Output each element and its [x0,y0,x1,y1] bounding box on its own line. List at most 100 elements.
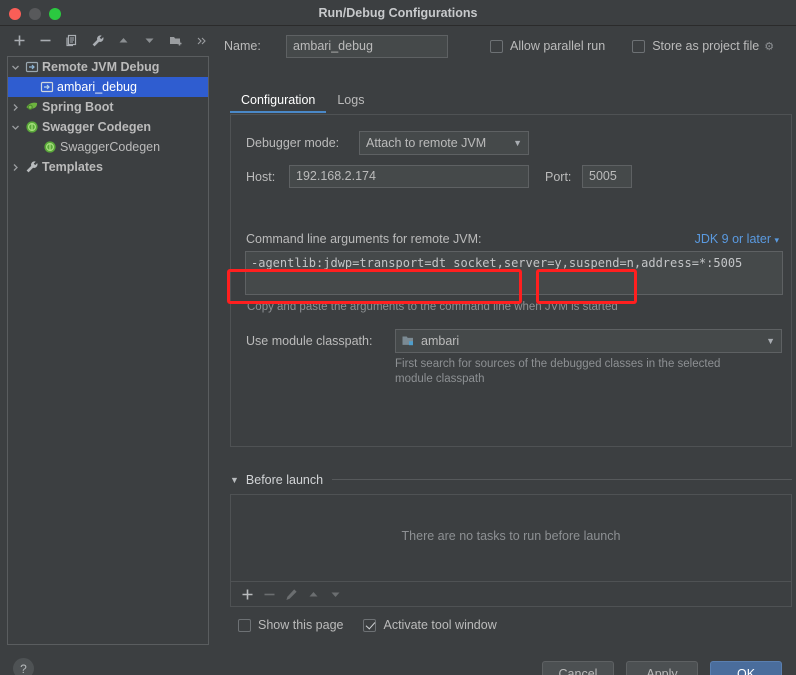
tree-node-ambari-debug[interactable]: ambari_debug [8,77,208,97]
minimize-window-button[interactable] [29,8,41,20]
checkbox-box[interactable] [238,618,251,632]
move-down-button[interactable] [138,30,161,52]
tree-node-swagger-codegen[interactable]: SwaggerCodegen [8,137,208,157]
before-launch-toolbar [231,581,791,606]
before-launch-title: Before launch [245,472,324,487]
command-line-args-input[interactable]: -agentlib:jdwp=transport=dt_socket,serve… [245,251,783,295]
activate-tool-window-label: Activate tool window [383,618,497,632]
activate-tool-window-checkbox[interactable]: Activate tool window [363,618,497,632]
debugger-mode-select[interactable]: Attach to remote JVM ▼ [359,131,529,155]
tree-node-templates[interactable]: Templates [8,157,208,177]
tree-node-remote-jvm-debug[interactable]: Remote JVM Debug [8,57,208,77]
tree-node-label: ambari_debug [57,80,137,94]
debugger-mode-label: Debugger mode: [246,136,340,150]
tree-node-label: Swagger Codegen [42,120,152,134]
divider [332,479,792,480]
chevron-down-icon: ▾ [774,235,779,245]
module-folder-icon [402,335,416,347]
module-classpath-hint: First search for sources of the debugged… [395,358,721,385]
command-line-args-label: Command line arguments for remote JVM: [246,232,482,246]
chevron-right-icon[interactable] [8,103,23,112]
remote-debug-icon [23,60,41,74]
chevron-down-icon: ▼ [766,336,775,346]
help-button[interactable]: ? [13,658,34,675]
module-classpath-row: Use module classpath: ambari ▼ [246,329,782,353]
tree-node-label: Remote JVM Debug [42,60,160,74]
ok-button[interactable]: OK [710,661,782,675]
edit-task-button[interactable] [285,588,298,601]
tree-node-label: Templates [42,160,103,174]
swagger-icon [41,140,59,154]
allow-parallel-run-checkbox[interactable]: Allow parallel run [490,39,605,53]
tree-node-label: Spring Boot [42,100,114,114]
gear-icon[interactable]: ⚙ [764,40,774,53]
edit-templates-button[interactable] [86,30,109,52]
port-label: Port: [545,169,572,184]
before-launch-header[interactable]: ▼ Before launch [230,471,792,488]
store-as-project-file-checkbox[interactable]: Store as project file ⚙ [632,39,774,53]
host-row: Host: 192.168.2.174 [246,165,529,188]
chevron-right-icon[interactable] [8,163,23,172]
before-launch-task-list[interactable]: There are no tasks to run before launch [230,494,792,607]
close-window-button[interactable] [9,8,21,20]
debugger-mode-row: Debugger mode: Attach to remote JVM ▼ [246,131,529,155]
copy-configuration-button[interactable] [60,30,83,52]
footer-checkbox-group: Show this page Activate tool window [238,618,497,632]
dialog-actions: Cancel Apply OK [542,661,782,675]
host-input[interactable]: 192.168.2.174 [289,165,529,188]
tree-node-label: SwaggerCodegen [60,140,161,154]
port-row: Port: 5005 [545,165,632,188]
swagger-icon [23,120,41,134]
checkbox-box[interactable] [363,618,377,632]
jdk-version-label: JDK 9 or later [694,232,771,246]
wrench-icon [23,160,41,174]
configurations-tree[interactable]: Remote JVM Debug ambari_debug Spring Boo… [7,56,209,645]
remove-task-button[interactable] [263,588,276,601]
before-launch-empty-text: There are no tasks to run before launch [401,529,621,543]
sidebar-toolbar [0,26,216,55]
checkbox-box[interactable] [490,39,503,53]
detail-tabs: Configuration Logs [230,88,792,113]
maximize-window-button[interactable] [49,8,61,20]
chevron-down-icon[interactable] [8,63,23,72]
module-classpath-value: ambari [421,334,460,348]
name-row: Name: ambari_debug Allow parallel run St… [224,32,796,60]
chevron-down-icon[interactable]: ▼ [230,475,239,485]
configuration-panel: Debugger mode: Attach to remote JVM ▼ Ho… [230,114,792,447]
debugger-mode-value: Attach to remote JVM [366,136,487,150]
cancel-button[interactable]: Cancel [542,661,614,675]
chevron-down-icon: ▼ [513,138,522,148]
module-classpath-label: Use module classpath: [246,334,373,348]
tab-configuration[interactable]: Configuration [230,93,327,113]
more-options-button[interactable] [190,30,213,52]
jdk-version-link[interactable]: JDK 9 or later ▾ [695,232,779,246]
move-task-up-button[interactable] [307,588,320,601]
tree-node-spring-boot[interactable]: Spring Boot [8,97,208,117]
move-up-button[interactable] [112,30,135,52]
tab-logs[interactable]: Logs [326,93,375,113]
port-input[interactable]: 5005 [582,165,632,188]
window-controls [9,8,61,20]
remove-configuration-button[interactable] [34,30,57,52]
add-configuration-button[interactable] [8,30,31,52]
name-label: Name: [224,39,261,53]
checkbox-box[interactable] [632,39,646,53]
add-task-button[interactable] [241,588,254,601]
host-label: Host: [246,169,276,184]
command-line-args-hint: Copy and paste the arguments to the comm… [247,301,618,313]
title-bar: Run/Debug Configurations [0,0,796,26]
chevron-down-icon[interactable] [8,123,23,132]
tree-node-swagger-codegen-group[interactable]: Swagger Codegen [8,117,208,137]
new-folder-button[interactable] [164,30,187,52]
run-debug-configurations-dialog: 1 5b7 "10" : "query" Run/Debug Configura… [0,0,796,675]
configurations-sidebar: Remote JVM Debug ambari_debug Spring Boo… [0,26,216,675]
module-classpath-select[interactable]: ambari ▼ [395,329,782,353]
window-title: Run/Debug Configurations [318,6,478,20]
move-task-down-button[interactable] [329,588,342,601]
allow-parallel-run-label: Allow parallel run [510,39,606,53]
configuration-detail-pane: Name: ambari_debug Allow parallel run St… [216,26,796,675]
name-input[interactable]: ambari_debug [286,34,448,58]
show-this-page-checkbox[interactable]: Show this page [238,618,343,632]
apply-button[interactable]: Apply [626,661,698,675]
store-as-project-file-label: Store as project file [652,39,760,53]
